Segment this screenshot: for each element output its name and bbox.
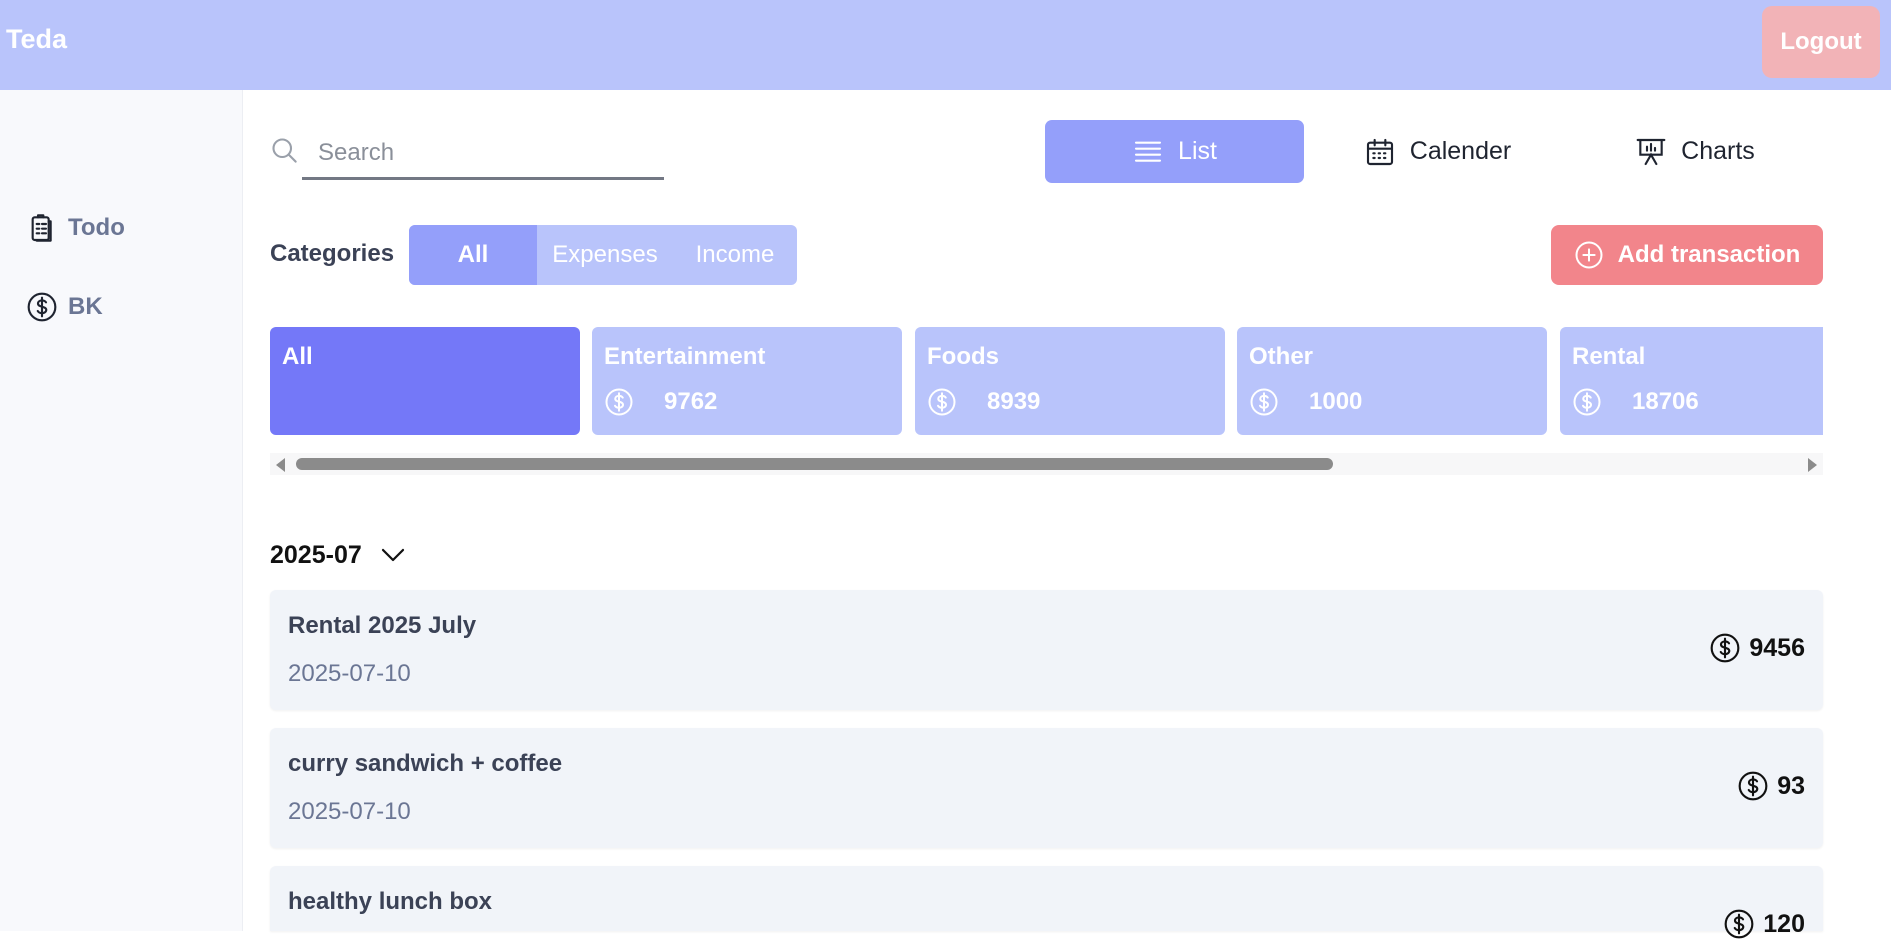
top-bar: Teda Logout bbox=[0, 0, 1891, 90]
card-amount: 8939 bbox=[927, 387, 1040, 417]
brand-logo[interactable]: Teda bbox=[6, 24, 67, 55]
dollar-icon bbox=[27, 292, 57, 322]
card-name: Rental bbox=[1572, 343, 1646, 370]
transaction-amount-value: 93 bbox=[1777, 771, 1805, 800]
view-label: Calender bbox=[1409, 137, 1512, 165]
transaction-amount-value: 9456 bbox=[1749, 633, 1805, 662]
card-amount-value: 18706 bbox=[1632, 388, 1699, 415]
search-icon bbox=[272, 138, 297, 163]
category-card-other[interactable]: Other 1000 bbox=[1237, 327, 1547, 435]
category-card-foods[interactable]: Foods 8939 bbox=[915, 327, 1225, 435]
sidebar-item-bk[interactable]: BK bbox=[26, 289, 103, 325]
sidebar-item-label: Todo bbox=[68, 214, 125, 241]
card-name: All bbox=[282, 343, 313, 370]
category-cards-strip: All Entertainment 9762 Foods 8939 Other … bbox=[270, 327, 1823, 435]
transaction-amount: 120 bbox=[1723, 908, 1805, 940]
clipboard-icon bbox=[31, 214, 52, 242]
transaction-amount-value: 120 bbox=[1763, 909, 1805, 938]
card-name: Foods bbox=[927, 343, 999, 370]
search-input[interactable] bbox=[302, 128, 664, 180]
card-amount: 18706 bbox=[1572, 387, 1699, 417]
card-name: Entertainment bbox=[604, 343, 766, 370]
category-filter-group: All Expenses Income bbox=[409, 225, 797, 285]
category-card-all[interactable]: All bbox=[270, 327, 580, 435]
transaction-amount: 9456 bbox=[1709, 632, 1805, 664]
category-card-entertainment[interactable]: Entertainment 9762 bbox=[592, 327, 902, 435]
card-amount-value: 9762 bbox=[664, 388, 718, 415]
list-icon bbox=[1134, 141, 1162, 162]
card-name: Other bbox=[1249, 343, 1314, 370]
month-group-toggle[interactable]: 2025-07 bbox=[270, 540, 408, 570]
transaction-amount: 93 bbox=[1737, 770, 1805, 802]
transaction-row[interactable]: Rental 2025 July 2025-07-10 9456 bbox=[270, 590, 1823, 710]
scroll-right-arrow-icon[interactable] bbox=[1808, 458, 1817, 472]
category-card-rental[interactable]: Rental 18706 bbox=[1560, 327, 1823, 435]
search-bar bbox=[270, 128, 664, 182]
chevron-down-icon bbox=[381, 548, 404, 562]
calendar-icon bbox=[1366, 138, 1393, 165]
dollar-icon bbox=[928, 388, 956, 416]
add-transaction-label: Add transaction bbox=[1617, 241, 1801, 268]
view-calendar-button[interactable]: Calender bbox=[1350, 120, 1525, 183]
month-label: 2025-07 bbox=[270, 540, 362, 569]
scroll-left-arrow-icon[interactable] bbox=[276, 458, 285, 472]
transaction-title: healthy lunch box bbox=[288, 888, 493, 915]
transaction-date: 2025-07-10 bbox=[288, 798, 411, 825]
dollar-icon bbox=[1250, 388, 1278, 416]
logout-button[interactable]: Logout bbox=[1762, 6, 1880, 78]
dollar-icon bbox=[605, 388, 633, 416]
filter-expenses-button[interactable]: Expenses bbox=[537, 225, 673, 285]
card-amount-value: 8939 bbox=[987, 388, 1041, 415]
transaction-title: curry sandwich + coffee bbox=[288, 750, 563, 777]
scrollbar-thumb[interactable] bbox=[296, 458, 1333, 470]
plus-circle-icon bbox=[1575, 241, 1603, 269]
transaction-date: 2025-07-10 bbox=[288, 660, 411, 687]
sidebar-item-todo[interactable]: Todo bbox=[26, 210, 125, 246]
view-label: List bbox=[1178, 137, 1217, 165]
card-amount: 1000 bbox=[1249, 387, 1362, 417]
categories-label: Categories bbox=[270, 240, 395, 267]
add-transaction-button[interactable]: Add transaction bbox=[1551, 225, 1823, 285]
horizontal-scrollbar[interactable] bbox=[270, 453, 1823, 475]
dollar-icon bbox=[1724, 909, 1754, 939]
sidebar-item-label: BK bbox=[68, 293, 103, 320]
filter-all-button[interactable]: All bbox=[409, 225, 537, 285]
sidebar: Todo BK bbox=[0, 90, 243, 931]
card-amount-value: 1000 bbox=[1309, 388, 1363, 415]
view-charts-button[interactable]: Charts bbox=[1620, 120, 1770, 183]
transaction-row[interactable]: curry sandwich + coffee 2025-07-10 93 bbox=[270, 728, 1823, 848]
transaction-title: Rental 2025 July bbox=[288, 612, 477, 639]
presentation-chart-icon bbox=[1636, 138, 1666, 165]
dollar-icon bbox=[1573, 388, 1601, 416]
view-label: Charts bbox=[1681, 137, 1755, 165]
view-list-button[interactable]: List bbox=[1045, 120, 1304, 183]
card-amount: 9762 bbox=[604, 387, 717, 417]
dollar-icon bbox=[1710, 633, 1740, 663]
transaction-row[interactable]: healthy lunch box 120 bbox=[270, 866, 1823, 939]
dollar-icon bbox=[1738, 771, 1768, 801]
filter-income-button[interactable]: Income bbox=[673, 225, 797, 285]
